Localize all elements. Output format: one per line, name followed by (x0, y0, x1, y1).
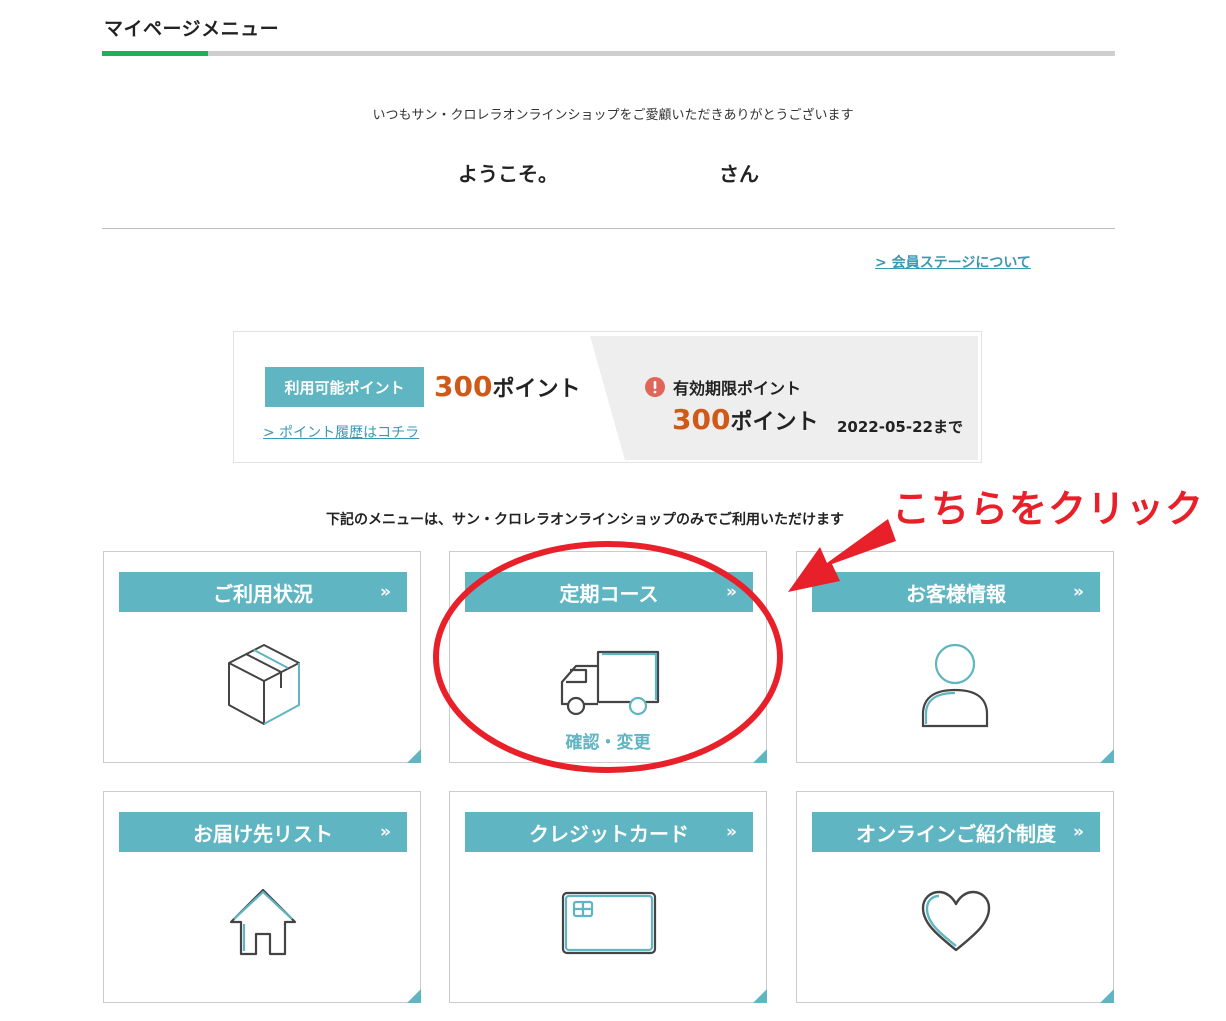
expiry-points-value: 300ポイント (672, 403, 818, 436)
menu-card-customer-info[interactable]: お客様情報 » (796, 551, 1114, 763)
double-chevron-right-icon: » (1073, 582, 1084, 602)
welcome-prefix: ようこそ。 (458, 162, 558, 186)
menu-card-header[interactable]: ご利用状況 » (119, 572, 407, 612)
double-chevron-right-icon: » (726, 822, 737, 842)
menu-card-header[interactable]: 定期コース » (465, 572, 753, 612)
card-corner-mark (1100, 989, 1114, 1003)
heart-icon (921, 890, 991, 952)
available-points-badge: 利用可能ポイント (265, 367, 424, 407)
title-underline-accent (102, 51, 208, 56)
available-points-unit: ポイント (492, 377, 581, 402)
available-points-value: 300ポイント (434, 370, 580, 403)
expiry-points-unit: ポイント (730, 410, 819, 435)
welcome-suffix: さん (719, 162, 759, 186)
menu-card-label: クレジットカード (529, 821, 689, 846)
card-corner-mark (1100, 749, 1114, 763)
menu-card-header[interactable]: クレジットカード » (465, 812, 753, 852)
menu-note: 下記のメニューは、サン・クロレラオンラインショップのみでご利用いただけます (326, 512, 844, 528)
double-chevron-right-icon: » (1073, 822, 1084, 842)
card-corner-mark (753, 749, 767, 763)
expiry-points-label: 有効期限ポイント (673, 379, 802, 398)
box-icon (228, 644, 300, 725)
menu-card-header[interactable]: お客様情報 » (812, 572, 1100, 612)
menu-card-delivery-list[interactable]: お届け先リスト » (103, 791, 421, 1003)
truck-icon (560, 650, 660, 716)
house-icon (229, 888, 297, 956)
double-chevron-right-icon: » (726, 582, 737, 602)
divider (102, 228, 1115, 229)
points-history-link[interactable]: > ポイント履歴はコチラ (263, 422, 419, 442)
confirm-change-label: 確認・変更 (565, 733, 651, 753)
menu-card-referral[interactable]: オンラインご紹介制度 » (796, 791, 1114, 1003)
credit-card-icon (561, 891, 657, 955)
double-chevron-right-icon: » (380, 822, 391, 842)
page-title: マイページメニュー (104, 18, 280, 40)
menu-card-label: 定期コース (559, 581, 659, 606)
menu-card-label: お客様情報 (906, 581, 1006, 606)
click-here-annotation: こちらをクリック (892, 487, 1205, 531)
menu-card-label: お届け先リスト (193, 821, 333, 846)
person-icon (921, 643, 989, 728)
menu-card-label: ご利用状況 (213, 581, 313, 606)
menu-card-usage[interactable]: ご利用状況 » (103, 551, 421, 763)
exclamation-circle-icon (645, 377, 665, 397)
menu-card-header[interactable]: お届け先リスト » (119, 812, 407, 852)
expiry-points-number: 300 (672, 403, 731, 436)
member-stage-link[interactable]: > 会員ステージについて (875, 252, 1031, 272)
menu-card-header[interactable]: オンラインご紹介制度 » (812, 812, 1100, 852)
card-corner-mark (753, 989, 767, 1003)
card-corner-mark (407, 749, 421, 763)
expiry-date: 2022-05-22まで (837, 418, 963, 436)
card-corner-mark (407, 989, 421, 1003)
greeting-text: いつもサン・クロレラオンラインショップをご愛顧いただきありがとうございます (372, 108, 854, 123)
title-underline (102, 51, 1115, 56)
available-points-number: 300 (434, 370, 493, 403)
menu-card-label: オンラインご紹介制度 (856, 821, 1056, 846)
menu-card-subscription[interactable]: 定期コース » 確認・変更 (449, 551, 767, 763)
menu-card-credit-card[interactable]: クレジットカード » (449, 791, 767, 1003)
double-chevron-right-icon: » (380, 582, 391, 602)
